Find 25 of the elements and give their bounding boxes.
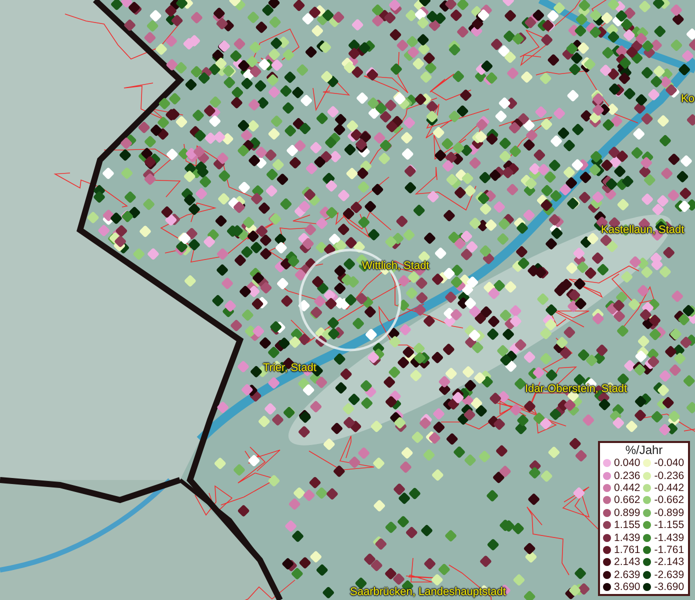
legend-label: -0.040 bbox=[654, 457, 684, 470]
legend-label: 3.690 bbox=[614, 581, 640, 594]
legend-label: 0.236 bbox=[614, 470, 640, 482]
legend-label: -0.442 bbox=[654, 482, 684, 494]
place-label: Ko bbox=[681, 93, 694, 105]
legend-label: -2.639 bbox=[654, 568, 684, 581]
legend-title: %/Jahr bbox=[624, 444, 664, 457]
legend-label: 2.143 bbox=[614, 556, 640, 568]
legend-label: -1.761 bbox=[654, 544, 684, 556]
legend-label: 1.761 bbox=[614, 544, 640, 556]
legend-label: 0.442 bbox=[614, 482, 640, 494]
legend-label: 1.439 bbox=[614, 532, 640, 544]
legend-label: -1.439 bbox=[654, 532, 684, 544]
legend-label: 2.639 bbox=[614, 568, 640, 581]
legend-label: 0.899 bbox=[614, 506, 640, 519]
legend-label: 1.155 bbox=[614, 519, 640, 532]
legend-label: -2.143 bbox=[654, 556, 684, 568]
legend-label: -0.899 bbox=[654, 506, 684, 519]
legend-label: -0.662 bbox=[654, 494, 684, 506]
place-label: Saarbrücken, Landeshauptstadt bbox=[350, 586, 506, 598]
legend-label: -1.155 bbox=[654, 519, 684, 532]
legend-label: 0.040 bbox=[614, 457, 640, 470]
legend-label: -3.690 bbox=[654, 581, 684, 594]
legend-label: -0.236 bbox=[654, 470, 684, 482]
legend-label: 0.662 bbox=[614, 494, 640, 506]
